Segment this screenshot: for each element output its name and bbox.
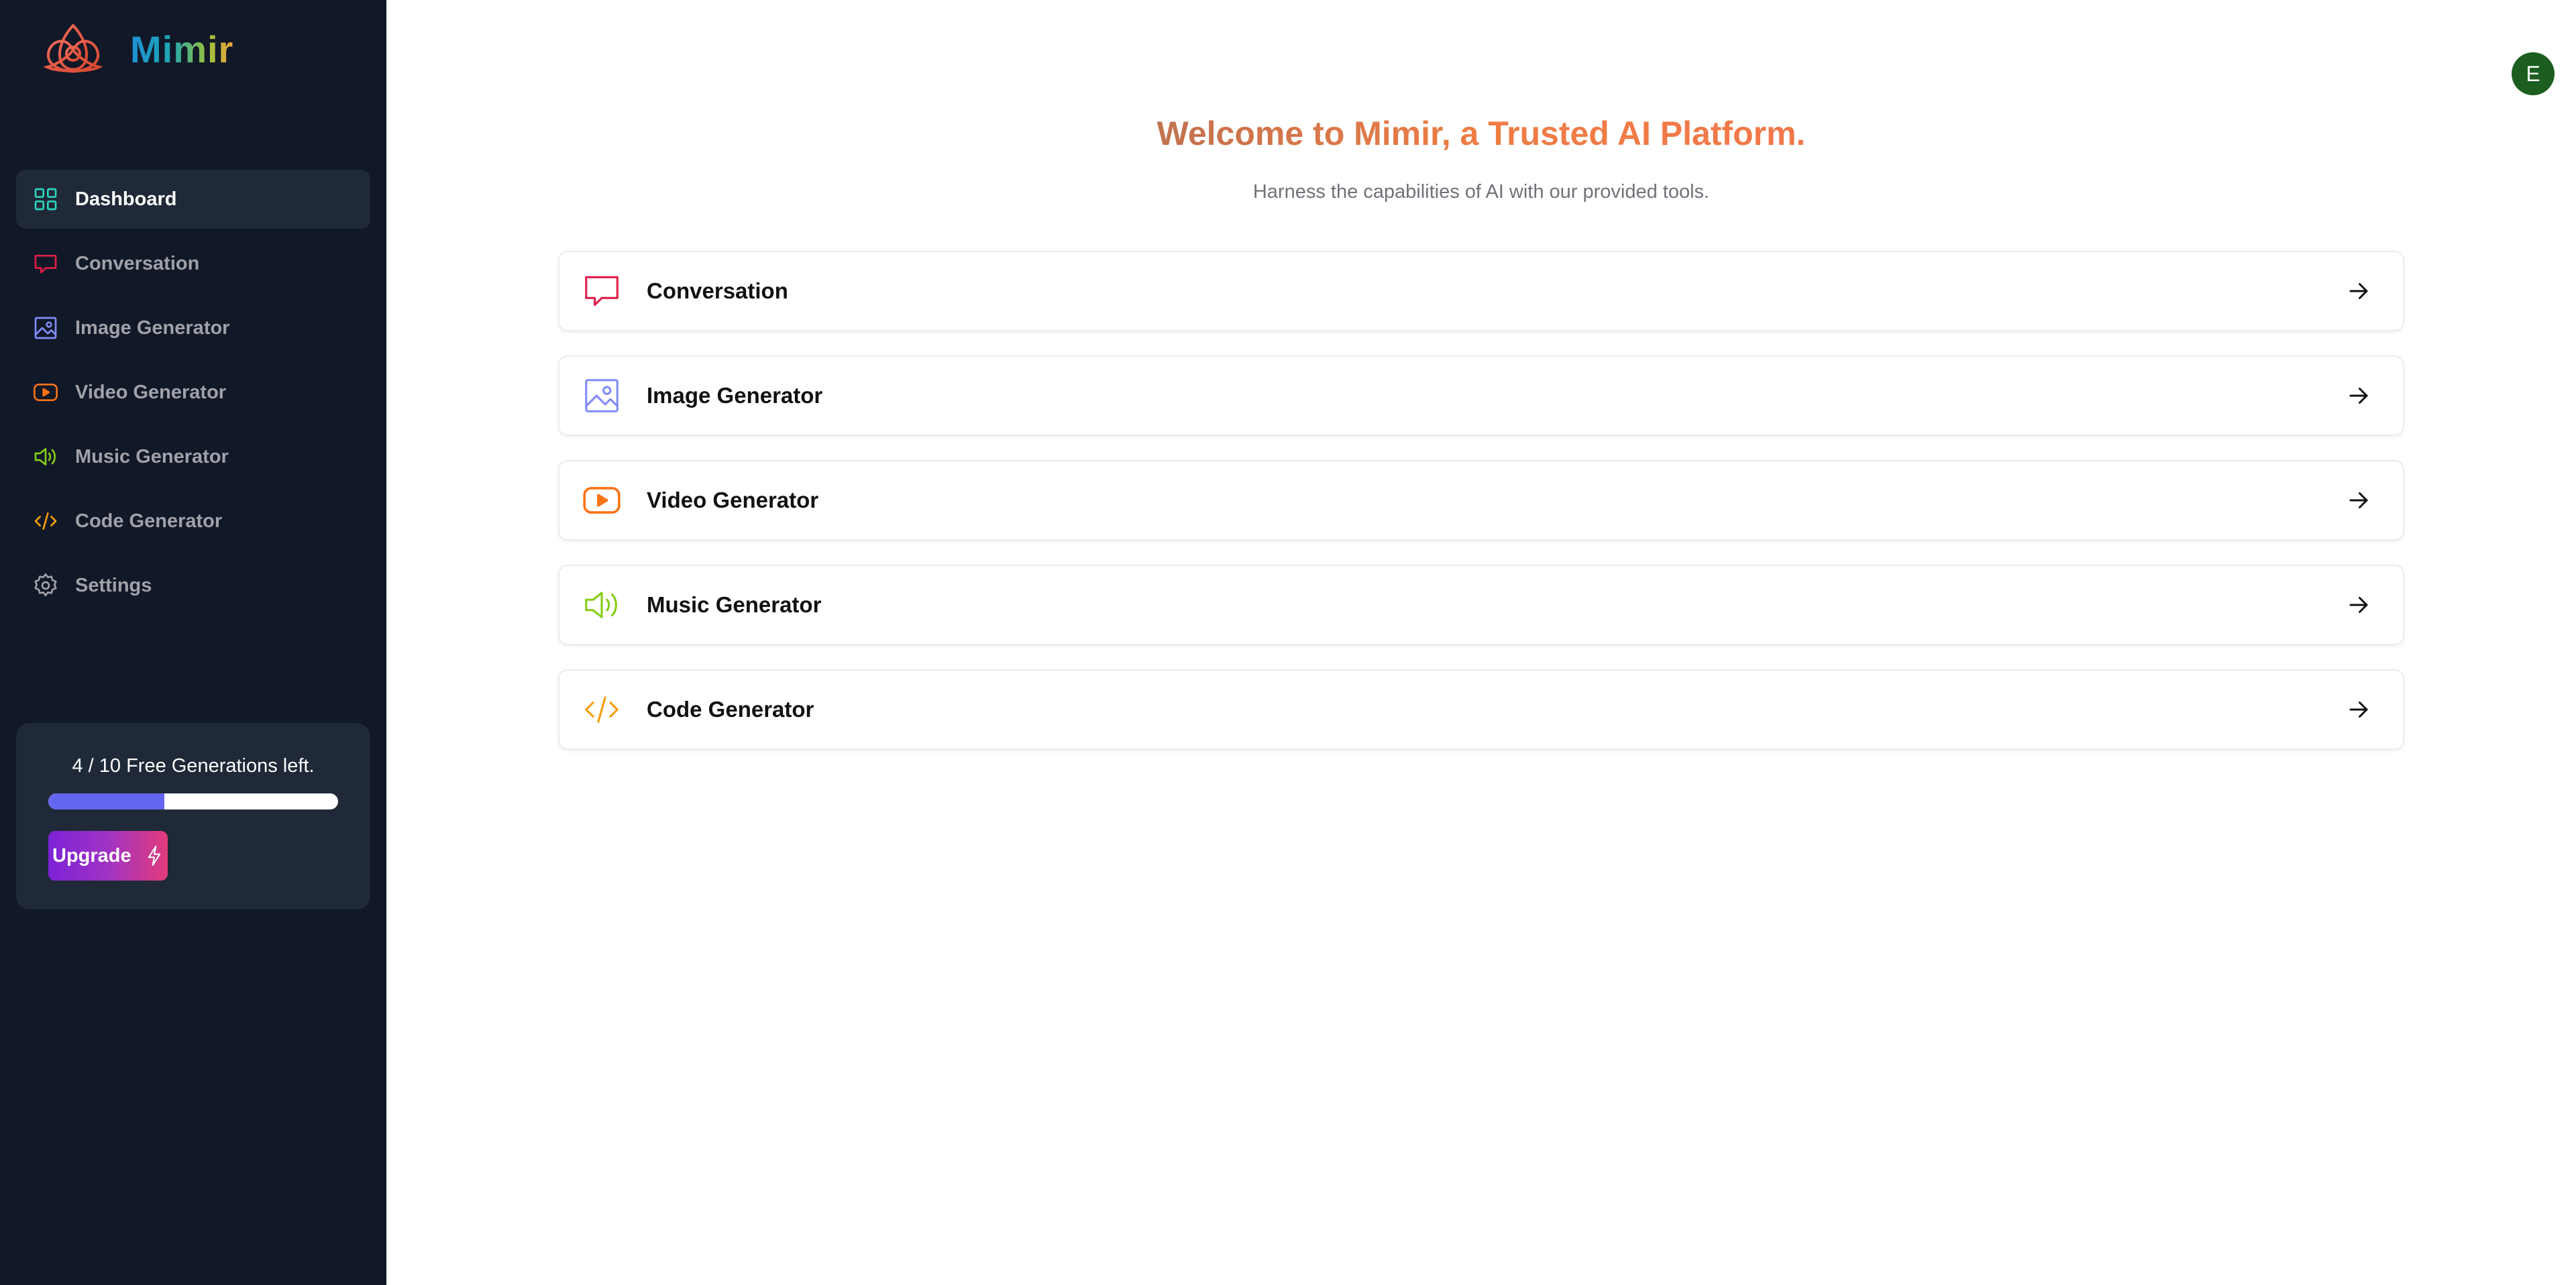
sidebar-item-label: Video Generator — [75, 381, 227, 403]
gear-icon — [34, 573, 57, 596]
page-title: Welcome to Mimir, a Trusted AI Platform. — [386, 114, 2576, 153]
chat-icon — [585, 276, 619, 306]
arrow-right-icon — [2349, 702, 2368, 718]
tool-label: Image Generator — [647, 383, 823, 408]
code-icon — [34, 512, 57, 530]
tool-label: Video Generator — [647, 488, 819, 512]
tool-card-image-generator[interactable]: Image Generator — [558, 355, 2404, 436]
tool-card-music-generator[interactable]: Music Generator — [558, 565, 2404, 645]
arrow-right-icon — [2349, 388, 2368, 404]
sidebar-item-label: Settings — [75, 574, 152, 596]
free-credits-card: 4 / 10 Free Generations left. Upgrade — [16, 723, 370, 909]
user-avatar[interactable]: E — [2512, 52, 2555, 95]
page-title-text: Welcome to Mimir, a Trusted AI Platform. — [1157, 115, 1806, 152]
image-icon — [34, 317, 57, 339]
lightning-icon — [148, 845, 160, 867]
sidebar-item-image-generator[interactable]: Image Generator — [16, 298, 370, 357]
brand-name: Mimir — [130, 27, 234, 70]
mimir-logo-icon — [43, 23, 103, 73]
free-generations-text: 4 / 10 Free Generations left. — [72, 755, 315, 777]
upgrade-button[interactable]: Upgrade — [48, 831, 168, 881]
video-icon — [583, 487, 621, 514]
tool-list: Conversation Image Generator Video Gener… — [558, 251, 2404, 774]
sidebar-item-label: Image Generator — [75, 317, 230, 339]
sidebar: Mimir Dashboard Conversation Image Gener… — [0, 0, 386, 1285]
arrow-right-icon — [2349, 283, 2368, 299]
tool-card-code-generator[interactable]: Code Generator — [558, 669, 2404, 750]
music-icon — [585, 592, 617, 618]
tool-card-conversation[interactable]: Conversation — [558, 251, 2404, 331]
image-icon — [585, 379, 619, 412]
tool-label: Conversation — [647, 278, 788, 303]
usage-progress-bar — [48, 793, 338, 809]
brand[interactable]: Mimir — [43, 23, 233, 75]
video-icon — [34, 384, 58, 401]
sidebar-item-video-generator[interactable]: Video Generator — [16, 363, 370, 422]
sidebar-item-label: Dashboard — [75, 188, 177, 210]
sidebar-item-label: Music Generator — [75, 445, 229, 467]
arrow-right-icon — [2349, 492, 2368, 508]
sidebar-item-dashboard[interactable]: Dashboard — [16, 170, 370, 229]
tool-label: Music Generator — [647, 592, 822, 617]
tool-label: Code Generator — [647, 697, 814, 722]
page-subtitle: Harness the capabilities of AI with our … — [1252, 181, 1710, 203]
upgrade-label: Upgrade — [52, 844, 131, 867]
chat-icon — [34, 255, 57, 274]
code-icon — [585, 696, 619, 723]
sidebar-item-music-generator[interactable]: Music Generator — [16, 427, 370, 486]
sidebar-item-label: Code Generator — [75, 510, 223, 532]
sidebar-item-settings[interactable]: Settings — [16, 556, 370, 615]
sidebar-item-code-generator[interactable]: Code Generator — [16, 492, 370, 551]
usage-progress-fill — [48, 793, 164, 809]
music-icon — [34, 448, 56, 465]
dashboard-icon — [34, 188, 57, 211]
tool-card-video-generator[interactable]: Video Generator — [558, 460, 2404, 541]
sidebar-nav: Dashboard Conversation Image Generator V… — [16, 170, 370, 620]
sidebar-item-conversation[interactable]: Conversation — [16, 234, 370, 293]
sidebar-item-label: Conversation — [75, 252, 200, 274]
arrow-right-icon — [2349, 597, 2368, 613]
